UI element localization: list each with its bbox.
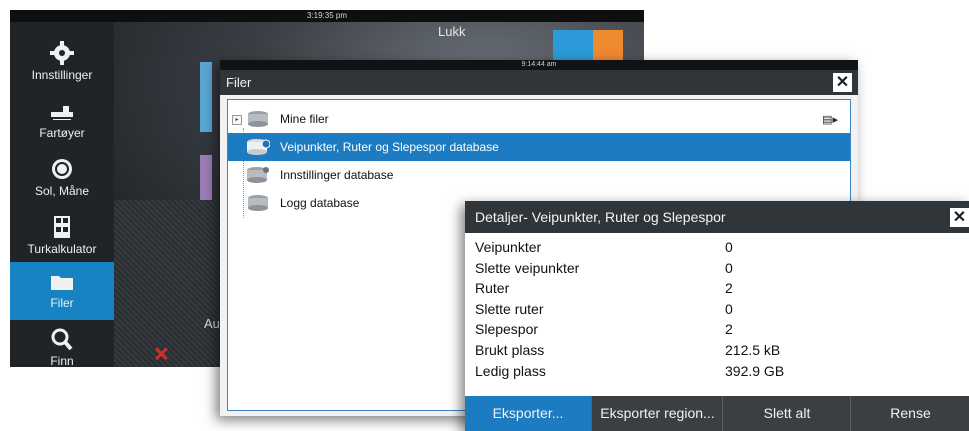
- detail-row: Veipunkter 0: [465, 239, 969, 260]
- detail-label: Brukt plass: [475, 341, 545, 358]
- detail-row: Brukt plass 212.5 kB: [465, 342, 969, 363]
- close-icon[interactable]: ✕: [950, 208, 969, 227]
- detail-row: Ruter 2: [465, 280, 969, 301]
- dialog-button-bar: Eksporter... Eksporter region... Slett a…: [465, 396, 969, 431]
- tree-item-mine-filer[interactable]: ▸ Mine filer ▤▸: [228, 105, 850, 133]
- sidebar-item-label: Turkalkulator: [27, 242, 97, 256]
- export-region-button[interactable]: Eksporter region...: [591, 396, 723, 431]
- detail-label: Ledig plass: [475, 362, 546, 379]
- folder-icon: [47, 268, 77, 294]
- database-icon: [248, 111, 268, 127]
- sidebar-item-sol-mane[interactable]: Sol, Måne: [10, 150, 114, 208]
- status-bar-time: 3:19:35 pm: [10, 10, 644, 22]
- app-tile[interactable]: [200, 62, 212, 132]
- delete-all-button[interactable]: Slett alt: [722, 396, 851, 431]
- sidebar-item-label: Innstillinger: [31, 68, 93, 82]
- files-titlebar: Filer ✕: [220, 70, 858, 95]
- status-bar-time: 9:14:44 am: [220, 60, 858, 70]
- export-button[interactable]: Eksporter...: [465, 396, 591, 431]
- detail-label: Slepespor: [475, 321, 539, 338]
- gear-icon: [47, 40, 77, 66]
- expand-arrow-icon[interactable]: ▸: [232, 115, 242, 125]
- error-icon: ✕: [153, 344, 170, 366]
- window-title: Filer: [226, 75, 252, 90]
- tree-item-waypoints-database[interactable]: Veipunkter, Ruter og Slepespor database: [228, 133, 850, 161]
- detail-label: Slette ruter: [475, 300, 544, 317]
- vessel-icon: [47, 98, 77, 124]
- tree-item-label: Innstillinger database: [280, 168, 394, 182]
- details-list: Veipunkter 0 Slette veipunkter 0 Ruter 2 Sl…: [465, 239, 969, 383]
- detail-value: 2: [725, 321, 733, 338]
- sun-moon-icon: [47, 156, 77, 182]
- detail-value: 0: [725, 259, 733, 276]
- sidebar-item-label: Sol, Måne: [34, 184, 90, 198]
- calculator-icon: [47, 214, 77, 240]
- detail-row: Ledig plass 392.9 GB: [465, 363, 969, 384]
- database-icon: [248, 195, 268, 211]
- sidebar-item-filer[interactable]: Filer: [10, 262, 114, 320]
- purge-button[interactable]: Rense: [850, 396, 969, 431]
- detail-value: 392.9 GB: [725, 362, 785, 379]
- tree-item-settings-database[interactable]: Innstillinger database: [228, 161, 850, 189]
- menu-icon[interactable]: ▤▸: [822, 113, 838, 126]
- details-dialog: Detaljer- Veipunkter, Ruter og Slepespor…: [465, 201, 969, 431]
- sidebar-item-finn[interactable]: Finn: [10, 320, 114, 367]
- sidebar-item-innstillinger[interactable]: Innstillinger: [10, 34, 114, 92]
- detail-row: Slepespor 2: [465, 321, 969, 342]
- detail-row: Slette ruter 0: [465, 301, 969, 322]
- sidebar-item-fartoyer[interactable]: Fartøyer: [10, 92, 114, 150]
- radar-background: [114, 200, 234, 367]
- tree-item-label: Logg database: [280, 196, 360, 210]
- detail-label: Veipunkter: [475, 239, 542, 255]
- dialog-title: Detaljer- Veipunkter, Ruter og Slepespor: [475, 209, 726, 225]
- detail-value: 2: [725, 280, 733, 297]
- tree-item-label: Mine filer: [280, 112, 329, 126]
- tree-item-label: Veipunkter, Ruter og Slepespor database: [280, 140, 499, 154]
- sidebar: Innstillinger Fartøyer Sol, Måne Turkalk…: [10, 22, 114, 367]
- database-flag-icon: [247, 139, 270, 155]
- sidebar-item-label: Fartøyer: [39, 126, 85, 140]
- detail-label: Slette veipunkter: [475, 259, 580, 276]
- close-icon[interactable]: ✕: [833, 73, 852, 92]
- detail-value: 212.5 kB: [725, 341, 781, 358]
- search-icon: [47, 326, 77, 352]
- details-titlebar: Detaljer- Veipunkter, Ruter og Slepespor…: [465, 201, 969, 233]
- detail-value: 0: [725, 300, 733, 317]
- sidebar-item-turkalkulator[interactable]: Turkalkulator: [10, 208, 114, 266]
- partial-label: Au: [204, 316, 220, 331]
- close-label[interactable]: Lukk: [438, 24, 465, 39]
- detail-label: Ruter: [475, 280, 510, 297]
- database-gear-icon: [247, 167, 269, 183]
- sidebar-item-label: Filer: [50, 296, 74, 310]
- detail-value: 0: [725, 239, 733, 255]
- detail-row: Slette veipunkter 0: [465, 260, 969, 281]
- sidebar-item-label: Finn: [50, 354, 74, 367]
